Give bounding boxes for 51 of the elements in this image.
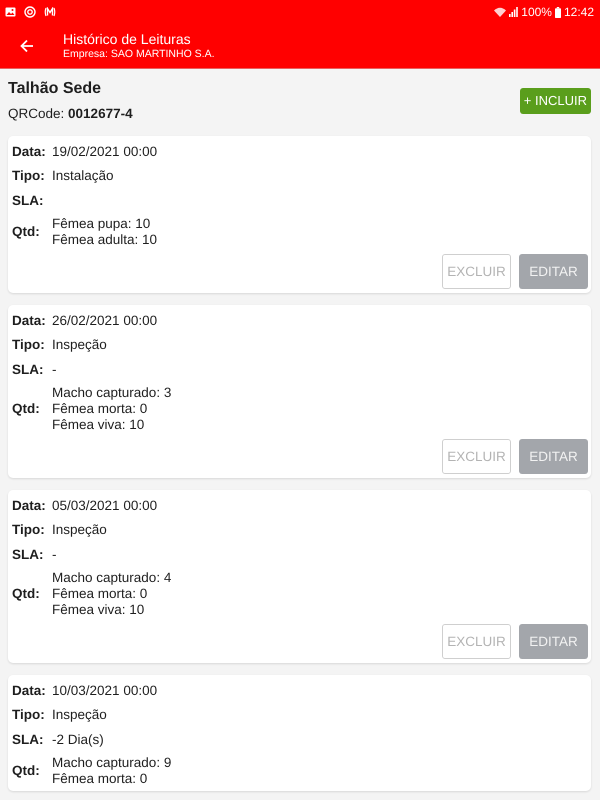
quantity-line: Fêmea pupa: 10 [52,216,152,232]
plot-title: Talhão Sede [8,79,102,99]
field-value: - [52,546,56,563]
field-label: Qtd: [12,762,41,779]
quantity-line: Macho capturado: 3 [52,384,172,400]
m-waves-icon [44,7,56,17]
field-label: SLA: [12,360,44,378]
field-label: Data: [12,142,47,160]
field-value: 19/02/2021 00:00 [52,142,158,160]
field-value: 05/03/2021 00:00 [52,496,158,514]
wifi-icon [494,7,506,17]
field-label: Tipo: [12,167,46,184]
battery-percentage: 100% [521,5,552,19]
field-label: Tipo: [12,706,46,724]
image-icon [5,7,16,17]
field-label: Data: [12,682,47,699]
field-value: Inspeção [52,521,107,538]
company-subtitle: Empresa: SAO MARTINHO S.A. [63,48,215,61]
field-value: Instalação [52,167,114,184]
field-value: 26/02/2021 00:00 [52,312,158,329]
field-label: SLA: [12,546,44,563]
quantity-line: Fêmea morta: 0 [52,770,148,786]
field-label: Tipo: [12,336,46,354]
quantity-line: Macho capturado: 4 [52,570,172,586]
signal-icon [509,7,518,17]
battery-icon [554,6,561,18]
qrcode-text: QRCode: 0012677-4 [8,105,133,123]
field-value: - [52,360,56,378]
screen-title: Histórico de Leituras [63,31,192,48]
field-value: Inspeção [52,336,107,354]
field-label: SLA: [12,730,44,748]
field-label: Qtd: [12,400,41,417]
back-arrow-icon[interactable] [20,39,34,53]
field-label: Tipo: [12,521,46,538]
field-label: Qtd: [12,585,41,602]
field-value: -2 Dia(s) [52,730,104,748]
quantity-line: Fêmea morta: 0 [52,586,148,602]
add-button[interactable]: + INCLUIR [520,88,591,114]
clock-time: 12:42 [564,5,594,19]
quantity-line: Fêmea morta: 0 [52,400,148,416]
quantity-line: Fêmea viva: 10 [52,602,146,618]
quantity-line: Fêmea adulta: 10 [52,232,158,248]
field-value: 10/03/2021 00:00 [52,682,158,699]
field-value: Inspeção [52,706,107,724]
field-label: Data: [12,496,47,514]
field-label: SLA: [12,192,44,209]
quantity-line: Macho capturado: 9 [52,754,172,770]
target-icon [24,6,36,18]
quantity-line: Fêmea viva: 10 [52,416,146,432]
field-label: Data: [12,312,47,329]
field-label: Qtd: [12,223,41,240]
